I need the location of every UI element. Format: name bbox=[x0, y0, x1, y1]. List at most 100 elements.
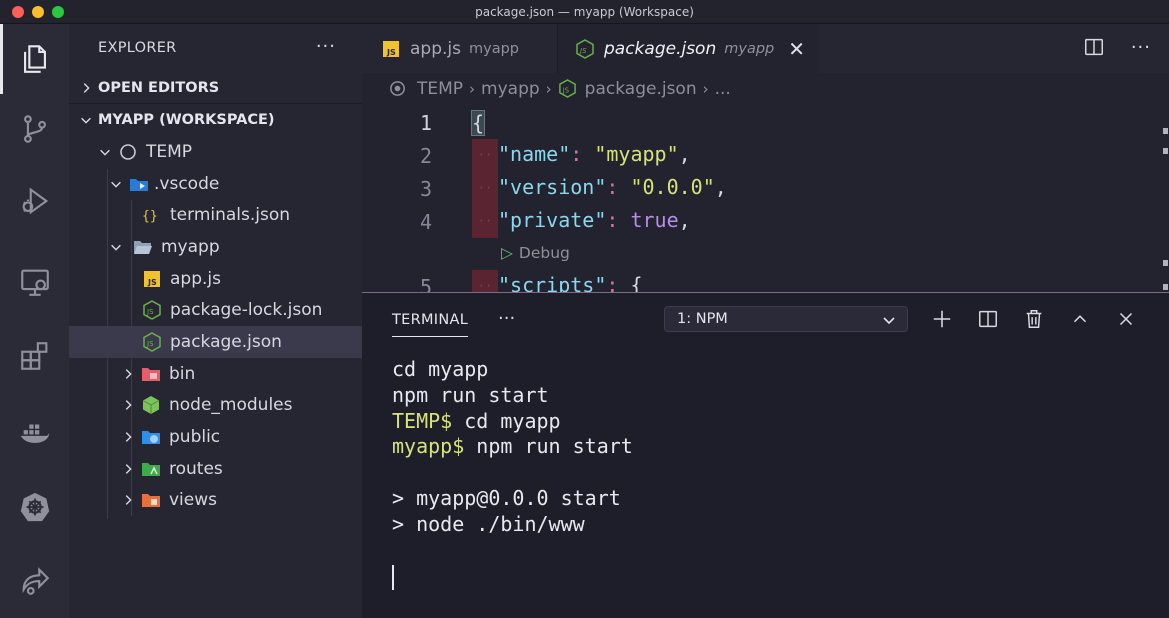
nodejs-file-icon: JS bbox=[558, 79, 576, 98]
breadcrumb-more[interactable]: ... bbox=[715, 79, 731, 99]
breadcrumb-temp[interactable]: TEMP bbox=[417, 79, 463, 99]
chevron-right-icon bbox=[83, 82, 90, 93]
chevron-right-icon bbox=[125, 400, 132, 411]
title-bar: package.json — myapp (Workspace) bbox=[0, 0, 1169, 24]
code-token: "private" bbox=[498, 208, 607, 232]
new-terminal-button[interactable] bbox=[930, 307, 954, 331]
run-debug-activity[interactable] bbox=[0, 166, 69, 236]
tree-item-views[interactable]: views bbox=[69, 485, 362, 517]
kill-terminal-button[interactable] bbox=[1022, 307, 1046, 331]
breadcrumb-separator-icon: › bbox=[469, 79, 476, 98]
tree-item-node-modules[interactable]: node_modules bbox=[69, 390, 362, 422]
chevron-down-icon bbox=[81, 117, 91, 124]
source-control-activity[interactable] bbox=[0, 94, 69, 164]
close-icon bbox=[1119, 312, 1133, 326]
docker-activity[interactable] bbox=[0, 398, 69, 468]
debug-codelens[interactable]: ▷ Debug bbox=[501, 244, 570, 262]
tree-item-package-json[interactable]: JS package.json bbox=[69, 326, 362, 358]
tree-item-package-lock-json[interactable]: JS package-lock.json bbox=[69, 294, 362, 326]
svg-text:JS: JS bbox=[561, 86, 568, 94]
breadcrumb: TEMP › myapp › JS package.json › ... bbox=[362, 73, 1169, 104]
tree-item-app-js[interactable]: JS app.js bbox=[69, 263, 362, 295]
close-panel-button[interactable] bbox=[1114, 307, 1138, 331]
tree-item-vscode[interactable]: .vscode bbox=[69, 168, 362, 200]
tab-close-icon[interactable]: ✕ bbox=[788, 37, 805, 61]
tree-item-terminals-json[interactable]: {} terminals.json bbox=[69, 199, 362, 231]
tree-item-label: views bbox=[169, 490, 218, 511]
tab-package-json[interactable]: JS package.json myapp ✕ bbox=[558, 24, 818, 73]
code-token: , bbox=[678, 142, 691, 166]
line-number: 3 bbox=[419, 176, 432, 201]
chevron-right-icon bbox=[125, 463, 132, 474]
indent-guide: ·· bbox=[472, 139, 498, 172]
svg-text:JS: JS bbox=[386, 48, 396, 57]
tree-item-public[interactable]: public bbox=[69, 421, 362, 453]
terminal-output[interactable]: cd myapp npm run start TEMP$ cd myapp myapp… bbox=[392, 357, 633, 538]
split-terminal-button[interactable] bbox=[976, 307, 1000, 331]
tab-folder: myapp bbox=[724, 40, 775, 57]
code-token: { bbox=[630, 273, 643, 292]
source-control-icon bbox=[23, 115, 46, 143]
workspace-section[interactable]: MYAPP (WORKSPACE) bbox=[69, 104, 362, 136]
tree-item-label: TEMP bbox=[146, 141, 193, 162]
code-token: , bbox=[678, 208, 691, 232]
code-token: { bbox=[470, 109, 486, 136]
trash-icon bbox=[1026, 310, 1042, 328]
play-icon: ▷ bbox=[501, 244, 513, 262]
tree-item-label: routes bbox=[169, 458, 223, 479]
terminal-select[interactable]: 1: NPM bbox=[664, 306, 908, 332]
kubernetes-activity[interactable] bbox=[0, 472, 69, 542]
tree-item-label: app.js bbox=[170, 268, 221, 289]
open-editors-section[interactable]: OPEN EDITORS bbox=[69, 72, 362, 104]
editor-more-icon[interactable]: ··· bbox=[1131, 37, 1151, 58]
code-token: : bbox=[606, 208, 619, 232]
tree-item-label: public bbox=[169, 427, 221, 448]
maximize-panel-button[interactable] bbox=[1068, 307, 1092, 331]
tab-terminal[interactable]: TERMINAL bbox=[392, 312, 468, 328]
terminal-line: > myapp@0.0.0 start bbox=[392, 485, 621, 510]
line-number: 4 bbox=[419, 209, 432, 234]
code-token: , bbox=[714, 175, 727, 199]
node-modules-folder-icon bbox=[142, 396, 160, 415]
tab-app-js[interactable]: JS app.js myapp bbox=[362, 24, 558, 73]
tree-item-label: .vscode bbox=[154, 173, 220, 194]
chevron-down-icon bbox=[111, 244, 121, 251]
plus-icon bbox=[933, 310, 951, 328]
code-token: "scripts" bbox=[498, 273, 607, 292]
tree-item-label: terminals.json bbox=[170, 205, 291, 226]
chevron-right-icon bbox=[125, 495, 132, 506]
tree-item-myapp[interactable]: myapp bbox=[69, 231, 362, 263]
live-share-activity[interactable] bbox=[0, 546, 69, 616]
breadcrumb-separator-icon: › bbox=[545, 79, 552, 98]
docker-icon bbox=[20, 424, 49, 443]
extensions-activity[interactable] bbox=[0, 321, 69, 391]
explorer-activity[interactable] bbox=[0, 24, 69, 94]
svg-text:JS: JS bbox=[578, 47, 587, 55]
tree-item-bin[interactable]: bin bbox=[69, 358, 362, 390]
tree-item-routes[interactable]: routes bbox=[69, 453, 362, 485]
remote-explorer-activity[interactable] bbox=[0, 247, 69, 317]
chevron-right-icon bbox=[125, 432, 132, 442]
chevron-down-icon bbox=[883, 317, 895, 325]
live-share-icon bbox=[22, 567, 49, 595]
code-line: 3 ·· "version": "0.0.0", bbox=[362, 172, 1152, 205]
svg-text:{}: {} bbox=[142, 209, 158, 224]
split-editor-icon[interactable] bbox=[1083, 36, 1105, 58]
line-number: 5 bbox=[419, 274, 432, 293]
editor-area: JS app.js myapp JS package.json myapp ✕ … bbox=[362, 24, 1169, 292]
terminal-command: cd myapp bbox=[452, 408, 561, 433]
remote-explorer-icon bbox=[20, 269, 49, 296]
terminal-command: npm run start bbox=[464, 434, 633, 459]
tree-item-temp[interactable]: TEMP bbox=[69, 136, 362, 168]
breadcrumb-myapp[interactable]: myapp bbox=[481, 79, 540, 99]
public-folder-icon bbox=[142, 431, 160, 445]
breadcrumb-package-json[interactable]: package.json bbox=[585, 79, 697, 99]
panel-more-icon[interactable]: ··· bbox=[498, 308, 515, 329]
terminal-prompt: TEMP$ bbox=[392, 408, 453, 433]
terminal-line: myapp$ npm run start bbox=[392, 434, 633, 460]
editor-scrollbar[interactable] bbox=[1163, 48, 1169, 292]
bin-folder-icon bbox=[142, 367, 160, 381]
explorer-more-button[interactable]: ··· bbox=[316, 36, 336, 57]
terminal-prompt: myapp$ bbox=[392, 434, 465, 459]
